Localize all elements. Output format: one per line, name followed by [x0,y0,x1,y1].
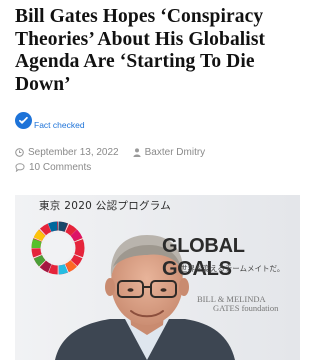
article-page: Bill Gates Hopes ‘Conspiracy Theories’ A… [0,0,315,360]
article-meta: September 13, 2022 Baxter Dmitry [15,147,205,158]
backdrop-subtitle: 世界を変えるチームメイトだ。 [180,264,285,273]
article-photo: 東京 2020 公認プログラム GLOBAL GOALS 世界を変えるチームメイ… [15,195,300,360]
comments-link[interactable]: 10 Comments [15,162,91,173]
comments-count: 10 Comments [29,162,92,173]
fact-check-label: Fact checked [34,119,85,130]
comment-icon [15,163,25,172]
backdrop-header: 東京 2020 公認プログラム [39,200,172,212]
clock-icon [15,148,24,157]
check-badge-icon [15,111,32,129]
backdrop-title: GLOBAL GOALS [162,235,245,280]
user-icon [133,148,141,157]
post-date: September 13, 2022 [28,147,119,158]
article-title: Bill Gates Hopes ‘Conspiracy Theories’ A… [15,6,266,95]
foundation-logo-line2: GATES foundation [213,303,279,313]
foundation-logo: BILL & MELINDA GATES foundation [197,295,297,313]
author-link[interactable]: Baxter Dmitry [145,147,206,158]
fact-check-badge[interactable]: Fact checked [15,111,85,130]
